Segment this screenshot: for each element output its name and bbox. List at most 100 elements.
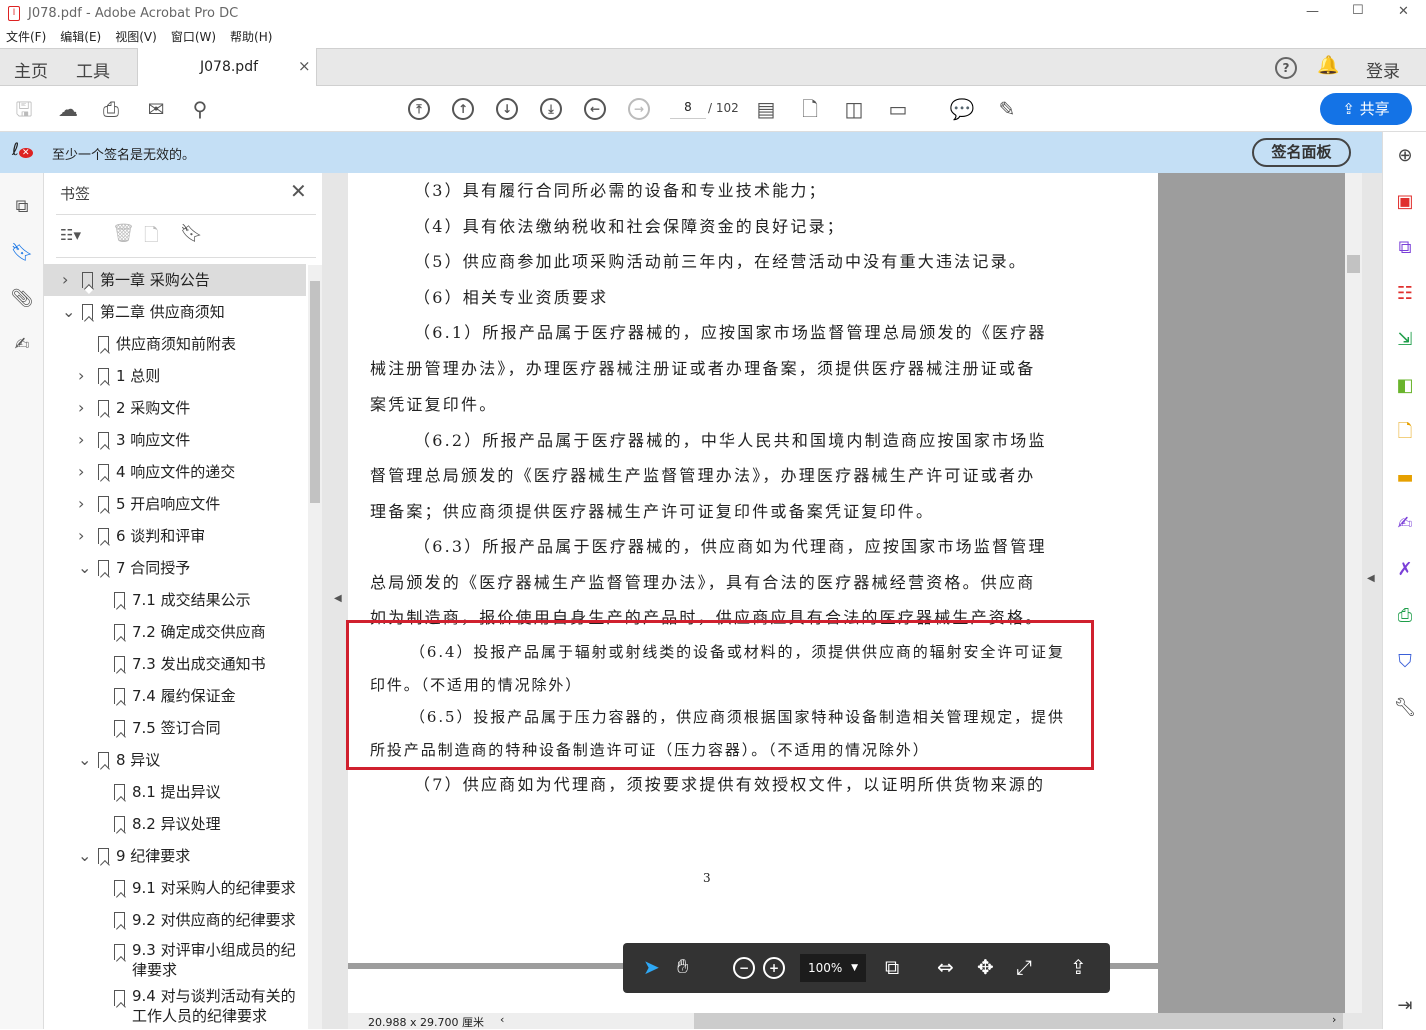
bookmark-item[interactable]: 7.2 确定成交供应商 — [44, 616, 306, 648]
page-fit-icon[interactable]: ▤ — [752, 95, 780, 123]
collapse-tools-icon[interactable]: ⇥ — [1393, 994, 1417, 1018]
signatures-icon[interactable]: ✍︎ — [8, 331, 36, 359]
bookmarks-icon[interactable]: 🔖︎ — [8, 239, 36, 267]
chevron-right-icon[interactable]: › — [78, 360, 84, 392]
bookmark-item[interactable]: ⌄ 第二章 供应商须知 — [44, 296, 306, 328]
compare-icon[interactable]: ◧ — [1393, 374, 1417, 398]
minimize-button[interactable]: — — [1306, 4, 1319, 19]
bookmark-item[interactable]: 9.2 对供应商的纪律要求 — [44, 904, 306, 936]
chevron-right-icon[interactable]: › — [62, 264, 68, 296]
menu-edit[interactable]: 编辑(E) — [60, 30, 101, 44]
two-page-icon[interactable]: ◫ — [840, 95, 868, 123]
bookmark-item[interactable]: › 5 开启响应文件 — [44, 488, 306, 520]
login-button[interactable]: 登录 — [1366, 57, 1400, 82]
bookmark-item[interactable]: 8.1 提出异议 — [44, 776, 306, 808]
bell-icon[interactable]: 🔔 — [1317, 55, 1339, 76]
tab-document[interactable]: J078.pdf × — [137, 48, 317, 86]
collapse-right-panel-icon[interactable]: ◀ — [1367, 573, 1375, 584]
bookmarks-scrollbar[interactable] — [308, 265, 322, 1029]
email-icon[interactable]: ✉ — [142, 95, 170, 123]
bookmark-item[interactable]: ⌄ 8 异议 — [44, 744, 306, 776]
single-page-icon[interactable]: 🗋 — [796, 95, 824, 123]
back-icon[interactable]: ← — [584, 98, 606, 120]
bookmark-item[interactable]: › 4 响应文件的递交 — [44, 456, 306, 488]
close-panel-icon[interactable]: ✕ — [290, 179, 307, 203]
find-bookmark-icon[interactable]: 🔖︎ — [180, 223, 203, 244]
zoom-in-icon[interactable]: + — [763, 957, 785, 979]
hand-tool-icon[interactable]: ✋︎ — [677, 954, 688, 978]
zoom-out-icon[interactable]: − — [733, 957, 755, 979]
certificates-icon[interactable]: ✗ — [1393, 558, 1417, 582]
help-icon[interactable]: ? — [1275, 57, 1297, 79]
comment-tool-icon[interactable]: ▬ — [1393, 466, 1417, 490]
vertical-scrollbar[interactable] — [1345, 173, 1362, 1013]
delete-bookmark-icon[interactable]: 🗑︎ — [112, 223, 135, 244]
chevron-down-icon[interactable]: ⌄ — [78, 552, 91, 584]
bookmark-item[interactable]: › 2 采购文件 — [44, 392, 306, 424]
menu-view[interactable]: 视图(V) — [115, 30, 157, 44]
create-pdf-icon[interactable]: ▣ — [1393, 190, 1417, 214]
more-tools-icon[interactable]: 🔧︎ — [1393, 696, 1417, 720]
export-pdf-icon[interactable]: ⇲ — [1393, 328, 1417, 352]
edit-pdf-icon[interactable]: 🗋 — [1393, 420, 1417, 444]
page-number-input[interactable]: 8 — [670, 100, 706, 119]
page-thumbnails-icon[interactable]: ⧉ — [8, 193, 36, 221]
chevron-right-icon[interactable]: › — [78, 456, 84, 488]
share-button[interactable]: ⇪ 共享 — [1320, 93, 1412, 125]
collapse-left-panel-icon[interactable]: ◀ — [334, 593, 342, 604]
combine-files-icon[interactable]: ⧉ — [1393, 236, 1417, 260]
chevron-right-icon[interactable]: › — [78, 488, 84, 520]
print-icon[interactable]: ⎙ — [97, 95, 125, 123]
comment-icon[interactable]: 💬 — [948, 95, 976, 123]
next-page-icon[interactable]: ↓ — [496, 98, 518, 120]
bookmark-item[interactable]: 7.4 履约保证金 — [44, 680, 306, 712]
scroll-right-icon[interactable]: › — [1332, 1013, 1336, 1026]
bookmark-item[interactable]: 7.1 成交结果公示 — [44, 584, 306, 616]
bookmark-item[interactable]: › 6 谈判和评审 — [44, 520, 306, 552]
bookmark-item[interactable]: › 第一章 采购公告 — [44, 264, 306, 296]
upload-cloud-icon[interactable]: ☁ — [54, 95, 82, 123]
options-menu-icon[interactable]: ☷▾ — [60, 226, 81, 244]
bookmark-item[interactable]: 8.2 异议处理 — [44, 808, 306, 840]
search-icon[interactable]: ⚲ — [186, 95, 214, 123]
presentation-icon[interactable]: ▭ — [884, 95, 912, 123]
save-icon[interactable]: 🖫 — [10, 95, 38, 123]
zoom-level-select[interactable]: 100% ▼ — [800, 954, 866, 982]
menu-window[interactable]: 窗口(W) — [171, 30, 216, 44]
signature-panel-button[interactable]: 签名面板 — [1252, 138, 1351, 167]
forward-icon[interactable]: → — [628, 98, 650, 120]
bookmark-item[interactable]: ⌄ 7 合同授予 — [44, 552, 306, 584]
last-page-icon[interactable]: ⤓ — [540, 98, 562, 120]
chevron-right-icon[interactable]: › — [78, 520, 84, 552]
new-bookmark-icon[interactable]: 🗋 — [144, 223, 158, 253]
chevron-down-icon[interactable]: ⌄ — [78, 840, 91, 872]
read-mode-icon[interactable]: ⇪ — [1070, 955, 1087, 979]
attachments-icon[interactable]: 📎︎ — [8, 285, 36, 313]
chevron-down-icon[interactable]: ⌄ — [78, 744, 91, 776]
page-display-icon[interactable]: ⧉ — [885, 955, 899, 979]
sign-pen-icon[interactable]: ✎ — [993, 95, 1021, 123]
bookmark-item[interactable]: 9.4 对与谈判活动有关的工作人员的纪律要求 — [44, 982, 306, 1028]
fit-width-icon[interactable]: ⇔ — [937, 955, 954, 979]
fit-page-icon[interactable]: ✥ — [977, 955, 994, 979]
close-tab-icon[interactable]: × — [298, 57, 311, 75]
fill-sign-icon[interactable]: ✍︎ — [1393, 512, 1417, 536]
bookmark-item[interactable]: 9.1 对采购人的纪律要求 — [44, 872, 306, 904]
print-production-icon[interactable]: ⎙ — [1393, 604, 1417, 628]
prev-page-icon[interactable]: ↑ — [452, 98, 474, 120]
full-screen-icon[interactable]: ⤢ — [1016, 955, 1032, 979]
chevron-down-icon[interactable]: ⌄ — [62, 296, 75, 328]
bookmark-item[interactable]: 9.3 对评审小组成员的纪律要求 — [44, 936, 306, 982]
select-tool-icon[interactable]: ➤ — [643, 955, 660, 979]
bookmark-item[interactable]: › 3 响应文件 — [44, 424, 306, 456]
tab-tools[interactable]: 工具 — [76, 57, 110, 82]
protect-icon[interactable]: ⛉ — [1393, 650, 1417, 674]
bookmark-item[interactable]: › 1 总则 — [44, 360, 306, 392]
chevron-right-icon[interactable]: › — [78, 424, 84, 456]
bookmark-item[interactable]: 供应商须知前附表 — [44, 328, 306, 360]
bookmark-item[interactable]: 7.3 发出成交通知书 — [44, 648, 306, 680]
organize-pages-icon[interactable]: ☷ — [1393, 282, 1417, 306]
menu-help[interactable]: 帮助(H) — [230, 30, 272, 44]
bookmark-item[interactable]: 7.5 签订合同 — [44, 712, 306, 744]
chevron-right-icon[interactable]: › — [78, 392, 84, 424]
